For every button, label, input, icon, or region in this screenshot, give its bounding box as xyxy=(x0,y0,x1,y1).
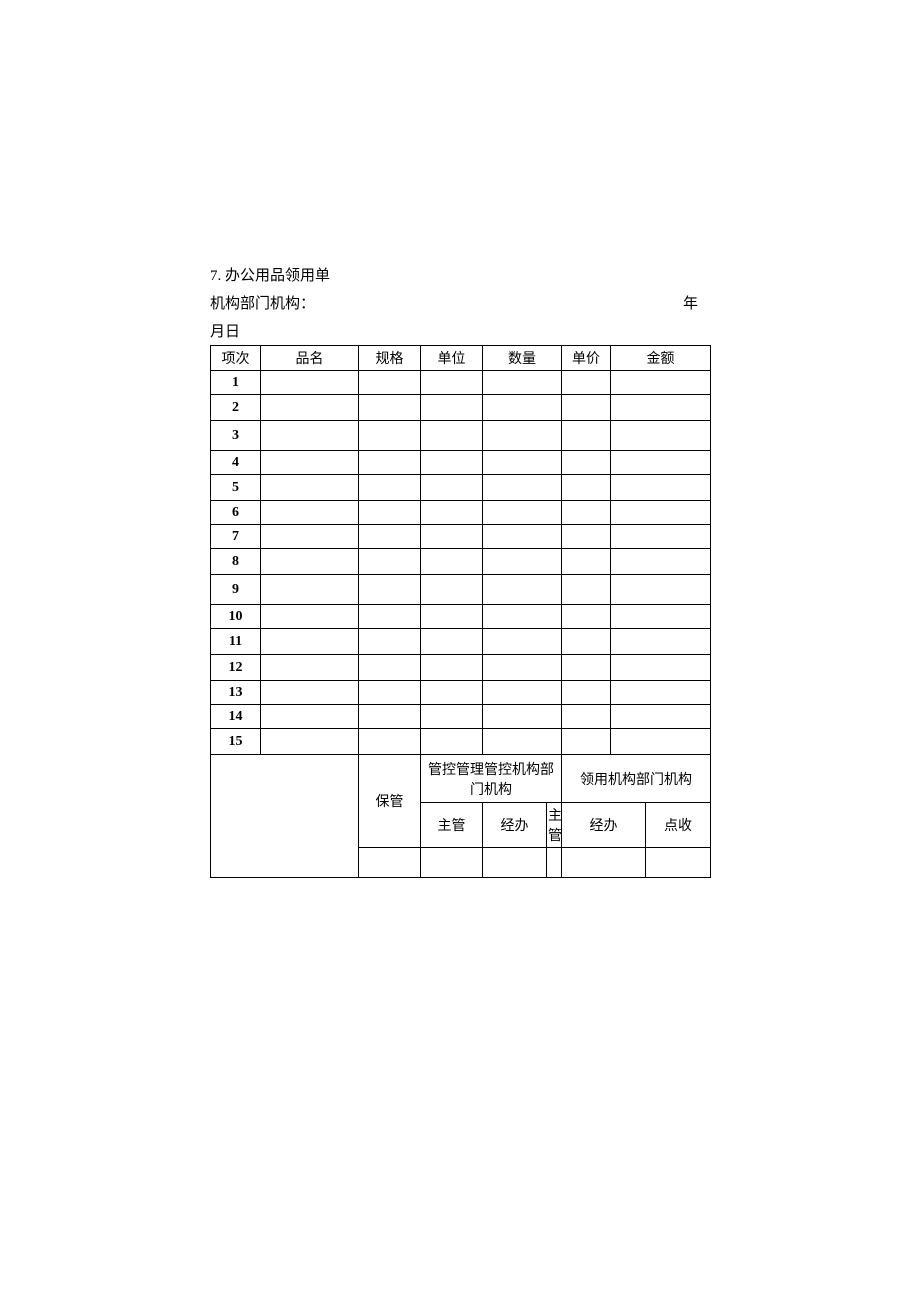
table-row: 12 xyxy=(211,655,711,681)
table-row: 6 xyxy=(211,501,711,525)
table-header-row: 项次 品名 规格 单位 数量 单价 金额 xyxy=(211,346,711,371)
table-row: 2 xyxy=(211,395,711,421)
row-number: 10 xyxy=(211,605,261,629)
col-header: 项次 xyxy=(211,346,261,371)
form-title: 7. 办公用品领用单 xyxy=(210,264,710,285)
row-number: 3 xyxy=(211,421,261,451)
table-row: 15 xyxy=(211,729,711,755)
col-header: 数量 xyxy=(483,346,562,371)
row-number: 4 xyxy=(211,451,261,475)
row-number: 1 xyxy=(211,371,261,395)
row-number: 12 xyxy=(211,655,261,681)
table-row: 9 xyxy=(211,575,711,605)
col-header: 品名 xyxy=(261,346,359,371)
row-number: 9 xyxy=(211,575,261,605)
col-header: 金额 xyxy=(611,346,711,371)
row-number: 15 xyxy=(211,729,261,755)
row-number: 6 xyxy=(211,501,261,525)
dianshou-label: 点收 xyxy=(646,803,711,848)
col-header: 规格 xyxy=(359,346,421,371)
table-row: 1 xyxy=(211,371,711,395)
row-number: 14 xyxy=(211,705,261,729)
table-row: 14 xyxy=(211,705,711,729)
table-row: 10 xyxy=(211,605,711,629)
year-label: 年 xyxy=(683,292,710,313)
jingban-label: 经办 xyxy=(483,803,547,848)
row-number: 2 xyxy=(211,395,261,421)
col-header: 单价 xyxy=(562,346,611,371)
row-number: 13 xyxy=(211,681,261,705)
footer-row-1: 保管 管控管理管控机构部门机构 领用机构部门机构 xyxy=(211,755,711,803)
zhuguan-label: 主管 xyxy=(421,803,483,848)
baoguan-label: 保管 xyxy=(359,755,421,848)
requisition-table: 项次 品名 规格 单位 数量 单价 金额 1 2 3 4 5 6 7 8 9 1… xyxy=(210,345,711,878)
org-label: 机构部门机构： xyxy=(210,292,683,313)
jingban-label-2: 经办 xyxy=(562,803,646,848)
table-row: 3 xyxy=(211,421,711,451)
row-number: 8 xyxy=(211,549,261,575)
lingyong-dept-label: 领用机构部门机构 xyxy=(562,755,711,803)
month-day-label: 月日 xyxy=(210,320,710,341)
zhuguan-label-2: 主管 xyxy=(547,803,562,848)
table-row: 7 xyxy=(211,525,711,549)
guankong-dept-label: 管控管理管控机构部门机构 xyxy=(421,755,562,803)
col-header: 单位 xyxy=(421,346,483,371)
row-number: 7 xyxy=(211,525,261,549)
table-row: 13 xyxy=(211,681,711,705)
row-number: 11 xyxy=(211,629,261,655)
table-row: 5 xyxy=(211,475,711,501)
table-row: 4 xyxy=(211,451,711,475)
table-row: 8 xyxy=(211,549,711,575)
row-number: 5 xyxy=(211,475,261,501)
table-row: 11 xyxy=(211,629,711,655)
